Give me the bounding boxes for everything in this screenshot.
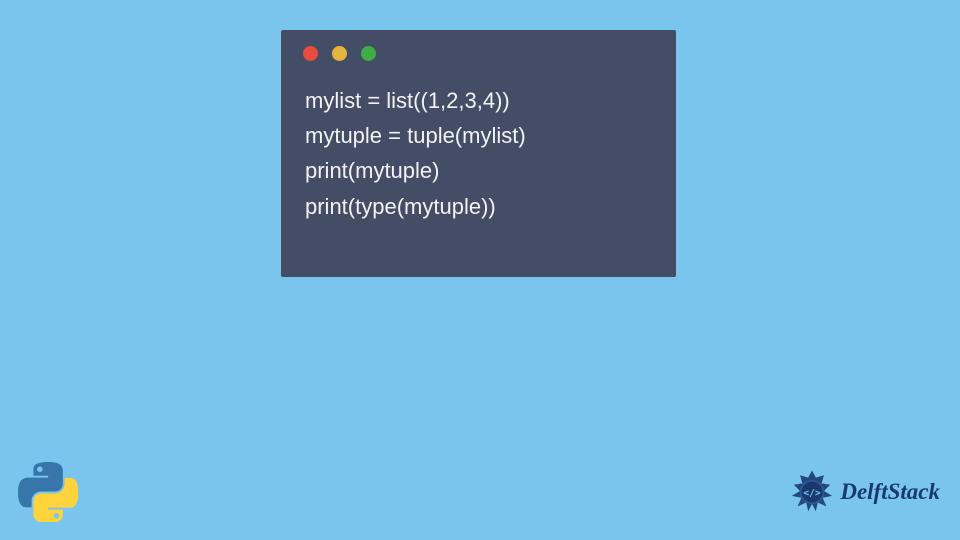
minimize-dot-icon <box>332 46 347 61</box>
maximize-dot-icon <box>361 46 376 61</box>
delftstack-brand-text: DelftStack <box>840 479 940 505</box>
python-logo-icon <box>18 462 78 522</box>
window-controls <box>281 30 676 61</box>
delftstack-icon: </> <box>788 468 836 516</box>
code-window: mylist = list((1,2,3,4)) mytuple = tuple… <box>281 30 676 277</box>
code-line-1: mylist = list((1,2,3,4)) <box>305 83 652 118</box>
code-line-2: mytuple = tuple(mylist) <box>305 118 652 153</box>
code-content: mylist = list((1,2,3,4)) mytuple = tuple… <box>281 61 676 244</box>
close-dot-icon <box>303 46 318 61</box>
code-line-4: print(type(mytuple)) <box>305 189 652 224</box>
delftstack-logo: </> DelftStack <box>788 468 940 516</box>
code-line-3: print(mytuple) <box>305 153 652 188</box>
svg-text:</>: </> <box>804 488 822 499</box>
